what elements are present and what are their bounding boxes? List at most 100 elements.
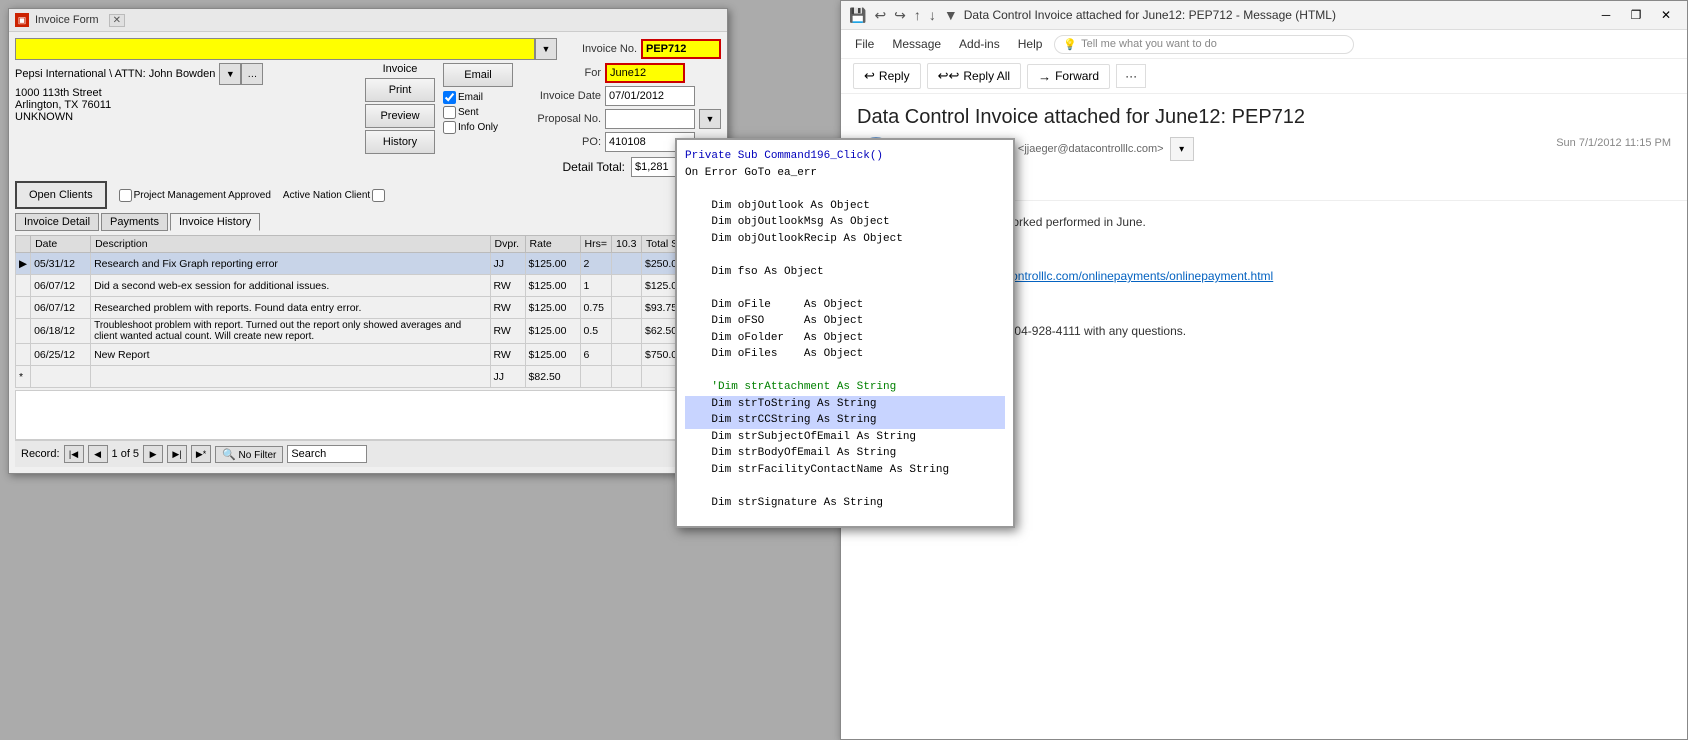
menu-help[interactable]: Help	[1012, 34, 1049, 54]
nav-prev-btn[interactable]: ◀	[88, 445, 108, 463]
code-line: Dim oFolder As Object	[685, 330, 1005, 347]
expand-sender-btn[interactable]: ▾	[1170, 137, 1194, 161]
save-icon[interactable]: 💾	[849, 7, 866, 24]
row-arrow	[16, 297, 31, 319]
address-dropdown-btn[interactable]: ▼	[219, 63, 241, 85]
preview-button[interactable]: Preview	[365, 104, 435, 128]
print-button[interactable]: Print	[365, 78, 435, 102]
email-checkbox[interactable]	[443, 91, 456, 104]
nav-new-btn[interactable]: ▶*	[191, 445, 211, 463]
arrow-up-icon[interactable]: ↑	[914, 7, 921, 23]
client-dropdown-field[interactable]	[15, 38, 535, 60]
table-row-new[interactable]: * JJ $82.50	[16, 366, 721, 388]
lightbulb-icon: 💡	[1063, 38, 1077, 51]
code-line: Private Sub Command196_Click()	[685, 148, 1005, 165]
forward-button[interactable]: → Forward	[1027, 64, 1110, 89]
table-row[interactable]: 06/25/12 New Report RW $125.00 6 $750.00	[16, 344, 721, 366]
invoice-no-label: Invoice No.	[557, 43, 637, 55]
row-hrs: 2	[580, 253, 611, 275]
email-button[interactable]: Email	[443, 63, 513, 87]
client-row: ▼ Invoice No.	[15, 38, 721, 60]
nav-next-btn[interactable]: ▶	[143, 445, 163, 463]
proposal-dropdown-btn[interactable]: ▼	[699, 109, 721, 129]
nav-position: 1 of 5	[112, 448, 140, 460]
col-dvpr: Dvpr.	[490, 236, 525, 253]
menu-addins[interactable]: Add-ins	[953, 34, 1006, 54]
col-description: Description	[91, 236, 490, 253]
reply-button[interactable]: ↩ Reply	[853, 63, 921, 89]
address-line3: UNKNOWN	[15, 111, 357, 123]
pm-approved-checkbox[interactable]	[119, 189, 132, 202]
code-line: Dim strSignature As String	[685, 495, 1005, 512]
sent-checkbox[interactable]	[443, 106, 456, 119]
row-desc: Researched problem with reports. Found d…	[91, 297, 490, 319]
infoonly-checkbox-label[interactable]: Info Only	[443, 121, 513, 134]
nav-last-btn[interactable]: ▶|	[167, 445, 187, 463]
reply-icon: ↩	[864, 68, 875, 84]
arrow-down-icon[interactable]: ↓	[929, 7, 936, 23]
row-arrow	[16, 344, 31, 366]
code-line: Dim oFile As Object	[685, 297, 1005, 314]
proposal-no-label: Proposal No.	[521, 113, 601, 125]
row-date: 05/31/12	[31, 253, 91, 275]
titlebar-icons: 💾 ↩ ↪ ↑ ↓ ▼	[849, 7, 958, 24]
detail-total-label: Detail Total:	[563, 160, 625, 174]
code-line: 'Dim strAttachment As String	[685, 379, 1005, 396]
undo-icon[interactable]: ↩	[874, 7, 886, 24]
more-title-icon[interactable]: ▼	[944, 7, 958, 23]
proposal-no-row: Proposal No. ▼	[521, 109, 721, 129]
code-line	[685, 181, 1005, 198]
proposal-no-field[interactable]	[605, 109, 695, 129]
open-clients-button[interactable]: Open Clients	[15, 181, 107, 209]
row-hrs: 1	[580, 275, 611, 297]
tell-me-placeholder: Tell me what you want to do	[1081, 38, 1217, 50]
reply-all-button[interactable]: ↩↩ Reply All	[927, 63, 1021, 89]
nav-first-btn[interactable]: |◀	[64, 445, 84, 463]
invoice-no-field[interactable]	[641, 39, 721, 59]
redo-icon[interactable]: ↪	[894, 7, 906, 24]
table-row[interactable]: ▶ 05/31/12 Research and Fix Graph report…	[16, 253, 721, 275]
client-name: Pepsi International \ ATTN: John Bowden	[15, 68, 215, 80]
row-103	[612, 275, 642, 297]
table-row[interactable]: 06/07/12 Did a second web-ex session for…	[16, 275, 721, 297]
no-filter-btn[interactable]: 🔍 No Filter	[215, 446, 283, 463]
row-rate: $125.00	[525, 275, 580, 297]
sent-checkbox-label[interactable]: Sent	[443, 106, 513, 119]
tabs-row: Invoice Detail Payments Invoice History	[15, 213, 721, 231]
invoice-close-button[interactable]: ✕	[109, 14, 125, 27]
tab-invoice-detail[interactable]: Invoice Detail	[15, 213, 99, 231]
minimize-button[interactable]: ─	[1593, 5, 1619, 25]
row-arrow: ▶	[16, 253, 31, 275]
code-line: Dim strToString As String	[685, 396, 1005, 413]
email-checkbox-label[interactable]: Email	[443, 91, 513, 104]
for-field[interactable]	[605, 63, 685, 83]
active-nation-label[interactable]: Active Nation Client	[283, 189, 385, 202]
tab-payments[interactable]: Payments	[101, 213, 168, 231]
active-nation-checkbox[interactable]	[372, 189, 385, 202]
close-button[interactable]: ✕	[1653, 5, 1679, 25]
reply-all-icon: ↩↩	[938, 68, 960, 84]
row-dvpr: JJ	[490, 253, 525, 275]
history-button[interactable]: History	[365, 130, 435, 154]
restore-button[interactable]: ❐	[1623, 5, 1649, 25]
more-actions-button[interactable]: ···	[1116, 64, 1146, 88]
code-popup: Private Sub Command196_Click() On Error …	[675, 138, 1015, 528]
menu-file[interactable]: File	[849, 34, 880, 54]
menu-message[interactable]: Message	[886, 34, 947, 54]
infoonly-checkbox[interactable]	[443, 121, 456, 134]
for-row: For	[521, 63, 721, 83]
table-row[interactable]: 06/07/12 Researched problem with reports…	[16, 297, 721, 319]
sender-email: <jjaeger@datacontrolllc.com>	[1018, 143, 1164, 155]
client-dropdown-btn[interactable]: ▼	[535, 38, 557, 60]
pm-approved-label[interactable]: Project Management Approved	[119, 189, 271, 202]
tell-me-input[interactable]: 💡 Tell me what you want to do	[1054, 35, 1354, 54]
code-line	[685, 280, 1005, 297]
search-input[interactable]	[287, 445, 367, 463]
table-row[interactable]: 06/18/12 Troubleshoot problem with repor…	[16, 319, 721, 344]
row-103	[612, 366, 642, 388]
row-dvpr: RW	[490, 297, 525, 319]
invoice-date-field[interactable]	[605, 86, 695, 106]
tab-invoice-history[interactable]: Invoice History	[170, 213, 260, 231]
active-nation-text: Active Nation Client	[283, 190, 370, 201]
address-ellipsis-btn[interactable]: …	[241, 63, 263, 85]
